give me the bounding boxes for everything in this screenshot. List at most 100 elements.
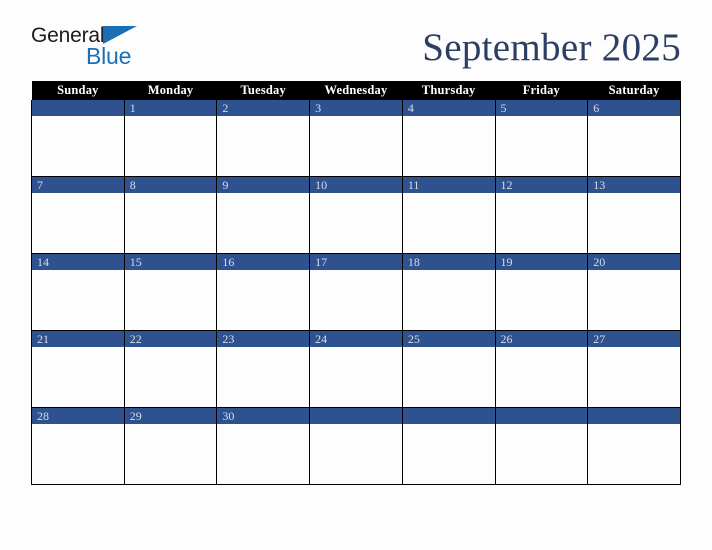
day-content-area[interactable] [495,193,588,253]
day-content-area[interactable] [310,347,402,407]
calendar-day-cell[interactable]: 17 [309,253,403,331]
calendar-day-cell[interactable]: 21 [31,330,125,408]
day-number: 29 [124,408,217,424]
day-number [588,408,680,424]
day-content-area[interactable] [217,116,310,176]
day-number [402,408,495,424]
calendar-day-cell[interactable]: 2 [216,100,311,177]
day-content-area[interactable] [495,116,588,176]
day-content-area[interactable] [588,193,680,253]
day-content-area[interactable] [588,347,680,407]
day-content-area[interactable] [402,116,495,176]
day-content-area[interactable] [402,193,495,253]
calendar-day-cell[interactable]: 19 [494,253,589,331]
calendar-day-cell[interactable]: 18 [401,253,496,331]
calendar-day-cell[interactable] [494,407,589,485]
day-content-area[interactable] [402,270,495,330]
day-content-area[interactable] [310,116,402,176]
day-number: 19 [495,254,588,270]
day-number: 3 [310,100,402,116]
day-content-area[interactable] [588,270,680,330]
calendar-day-cell[interactable]: 29 [123,407,218,485]
calendar-day-cell[interactable]: 22 [123,330,218,408]
calendar-day-cell[interactable]: 26 [494,330,589,408]
day-content-area[interactable] [310,424,402,484]
day-content-area[interactable] [402,424,495,484]
day-content-area[interactable] [124,116,217,176]
triangle-icon [103,26,137,44]
calendar-day-cell[interactable]: 27 [587,330,681,408]
calendar-day-cell[interactable]: 10 [309,176,403,254]
day-number: 10 [310,177,402,193]
calendar-day-cell[interactable]: 15 [123,253,218,331]
calendar-day-cell[interactable]: 20 [587,253,681,331]
day-content-area[interactable] [402,347,495,407]
calendar-day-cell[interactable]: 12 [494,176,589,254]
day-number: 20 [588,254,680,270]
day-content-area[interactable] [310,270,402,330]
calendar-day-cell[interactable]: 7 [31,176,125,254]
calendar-weekday-header-row: Sunday Monday Tuesday Wednesday Thursday… [31,81,681,100]
day-content-area[interactable] [217,424,310,484]
weekday-header-monday: Monday [124,81,217,100]
day-content-area[interactable] [124,270,217,330]
calendar-day-cell[interactable]: 11 [401,176,496,254]
day-content-area[interactable] [495,424,588,484]
calendar-day-cell[interactable]: 25 [401,330,496,408]
day-content-area[interactable] [495,347,588,407]
day-number: 12 [495,177,588,193]
weekday-header-saturday: Saturday [587,81,681,100]
day-number: 23 [217,331,310,347]
day-content-area[interactable] [310,193,402,253]
calendar-day-cell[interactable]: 28 [31,407,125,485]
calendar-day-cell[interactable]: 24 [309,330,403,408]
day-number: 18 [402,254,495,270]
calendar-day-cell[interactable]: 5 [494,100,589,177]
day-content-area[interactable] [32,193,124,253]
day-content-area[interactable] [217,193,310,253]
calendar-day-cell[interactable] [587,407,681,485]
day-content-area[interactable] [32,424,124,484]
day-content-area[interactable] [124,193,217,253]
calendar-week-row: 28 29 30 [31,407,681,485]
calendar-day-cell[interactable]: 23 [216,330,311,408]
day-content-area[interactable] [32,116,124,176]
day-content-area[interactable] [217,270,310,330]
day-number: 17 [310,254,402,270]
day-number: 9 [217,177,310,193]
calendar-day-cell[interactable] [401,407,496,485]
calendar-day-cell[interactable] [309,407,403,485]
day-content-area[interactable] [32,270,124,330]
day-content-area[interactable] [495,270,588,330]
day-number [310,408,402,424]
day-content-area[interactable] [588,116,680,176]
day-number: 27 [588,331,680,347]
calendar-day-cell[interactable]: 13 [587,176,681,254]
calendar-week-row: 21 22 23 24 25 26 27 [31,330,681,408]
day-content-area[interactable] [32,347,124,407]
calendar-day-cell[interactable]: 4 [401,100,496,177]
day-number: 16 [217,254,310,270]
calendar-grid: Sunday Monday Tuesday Wednesday Thursday… [31,81,681,485]
calendar-day-cell[interactable] [31,100,125,177]
day-content-area[interactable] [124,347,217,407]
day-content-area[interactable] [217,347,310,407]
calendar-day-cell[interactable]: 14 [31,253,125,331]
day-content-area[interactable] [124,424,217,484]
calendar-day-cell[interactable]: 16 [216,253,311,331]
weekday-header-sunday: Sunday [31,81,125,100]
day-number: 30 [217,408,310,424]
calendar-day-cell[interactable]: 6 [587,100,681,177]
logo-text-blue: Blue [86,43,132,69]
day-number: 21 [32,331,124,347]
weekday-header-friday: Friday [495,81,588,100]
calendar-day-cell[interactable]: 9 [216,176,311,254]
calendar-day-cell[interactable]: 3 [309,100,403,177]
calendar-day-cell[interactable]: 8 [123,176,218,254]
calendar-day-cell[interactable]: 1 [123,100,218,177]
day-content-area[interactable] [588,424,680,484]
calendar-day-cell[interactable]: 30 [216,407,311,485]
day-number: 5 [495,100,588,116]
weekday-header-tuesday: Tuesday [216,81,310,100]
day-number: 24 [310,331,402,347]
